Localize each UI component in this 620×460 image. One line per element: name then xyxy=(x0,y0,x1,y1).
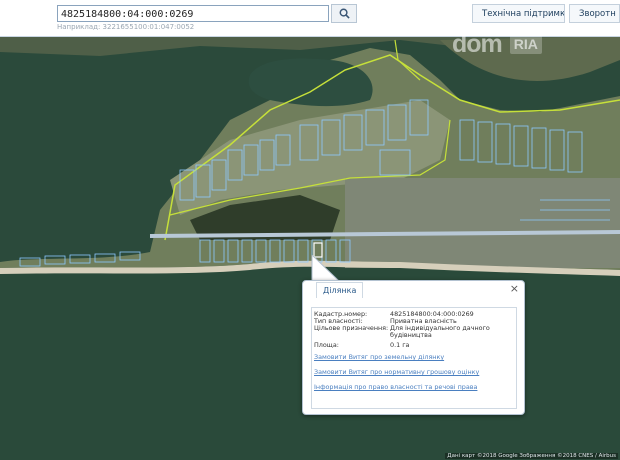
order-links: Замовити Витяг про земельну ділянку Замо… xyxy=(314,353,479,398)
property-row: Цільове призначення: Для індивідуального… xyxy=(314,325,500,339)
search-button[interactable] xyxy=(331,4,357,23)
order-land-extract-link[interactable]: Замовити Витяг про земельну ділянку xyxy=(314,353,479,361)
technical-support-label: Технічна підтримка xyxy=(482,8,565,19)
parcel-info-popup: × Ділянка Кадастр.номер: 4825184800:04:0… xyxy=(302,280,525,415)
parcel-properties: Кадастр.номер: 4825184800:04:000:0269 Ти… xyxy=(314,311,500,349)
search-example-hint: Наприклад: 3221655100:01:047:0052 xyxy=(57,23,195,31)
order-valuation-extract-link[interactable]: Замовити Витяг про нормативну грошову оц… xyxy=(314,368,479,376)
popup-pointer xyxy=(311,255,341,282)
close-icon[interactable]: × xyxy=(510,283,519,295)
property-value: Для індивідуального дачного будівництва xyxy=(390,324,490,339)
logo-ria-text: RIA xyxy=(509,34,542,54)
tab-parcel[interactable]: Ділянка xyxy=(316,282,364,298)
map-attribution: Дані карт ©2018 Google Зображення ©2018 … xyxy=(445,453,618,459)
ownership-info-link[interactable]: Інформація про право власності та речові… xyxy=(314,383,479,391)
property-value: 0.1 га xyxy=(390,341,410,349)
search-icon xyxy=(339,8,350,19)
technical-support-button[interactable]: Технічна підтримка xyxy=(472,4,565,23)
property-row: Площа: 0.1 га xyxy=(314,342,500,349)
property-key: Площа: xyxy=(314,341,339,349)
field-right xyxy=(345,178,620,268)
feedback-button[interactable]: Зворотн xyxy=(569,4,620,23)
cadastral-search-input[interactable]: 4825184800:04:000:0269 xyxy=(57,5,329,22)
feedback-label: Зворотн xyxy=(579,8,616,19)
logo-dom-text: dom xyxy=(452,29,503,58)
dom-ria-logo: dom RIA xyxy=(452,30,586,58)
property-key: Цільове призначення: xyxy=(314,324,389,332)
